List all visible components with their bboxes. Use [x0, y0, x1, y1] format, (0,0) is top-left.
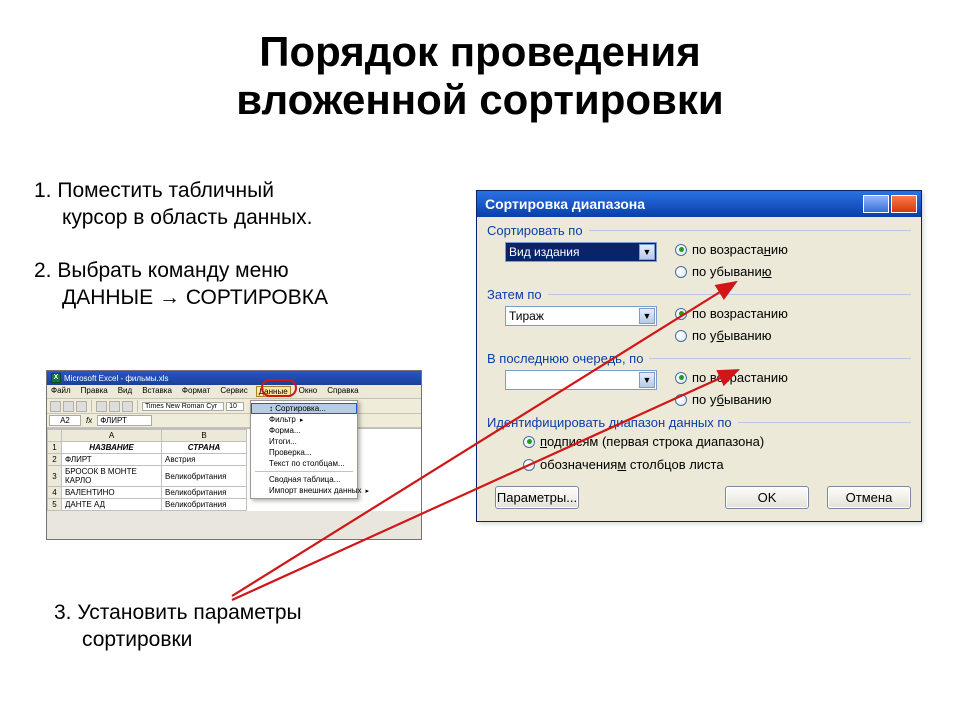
last-by-combo[interactable]: ▼	[505, 370, 657, 390]
excel-toolbar[interactable]: Times New Roman Cyr 10	[47, 399, 421, 414]
excel-menubar[interactable]: Файл Правка Вид Вставка Формат Сервис Да…	[47, 385, 421, 399]
sort-dialog: Сортировка диапазона Сортировать по Вид …	[476, 190, 922, 522]
step-3: 3. Установить параметры сортировки	[54, 600, 302, 654]
ok-button[interactable]: OK	[725, 486, 809, 509]
page-title: Порядок проведения вложенной сортировки	[0, 0, 960, 129]
sort2-asc[interactable]: по возрастанию	[675, 306, 788, 321]
params-button[interactable]: Параметры...	[495, 486, 579, 509]
chevron-down-icon[interactable]: ▼	[639, 372, 655, 388]
sort1-desc[interactable]: по убыванию	[675, 264, 788, 279]
sort2-desc[interactable]: по убыванию	[675, 328, 788, 343]
cancel-button[interactable]: Отмена	[827, 486, 911, 509]
sort1-asc[interactable]: по возрастанию	[675, 242, 788, 257]
step-2: 2. Выбрать команду меню ДАННЫЕ → СОРТИРО…	[34, 258, 434, 312]
step-1: 1. Поместить табличный курсор в область …	[34, 178, 434, 232]
help-button[interactable]	[863, 195, 889, 213]
then-by-combo[interactable]: Тираж▼	[505, 306, 657, 326]
sort-by-combo[interactable]: Вид издания▼	[505, 242, 657, 262]
excel-grid[interactable]: AB 1НАЗВАНИЕСТРАНА 2ФЛИРТАвстрия 3БРОСОК…	[47, 428, 421, 511]
ident-columns[interactable]: обозначениям столбцов листа	[523, 457, 911, 472]
sort3-desc[interactable]: по убыванию	[675, 392, 788, 407]
menu-data[interactable]: Данные	[256, 386, 291, 397]
excel-app-icon: X	[51, 373, 61, 383]
close-button[interactable]	[891, 195, 917, 213]
menu-sort[interactable]: ↕ Сортировка...	[251, 403, 357, 414]
excel-titlebar: X Microsoft Excel - фильмы.xls	[47, 371, 421, 385]
excel-screenshot: X Microsoft Excel - фильмы.xls Файл Прав…	[46, 370, 422, 540]
dialog-titlebar[interactable]: Сортировка диапазона	[477, 191, 921, 217]
chevron-down-icon[interactable]: ▼	[639, 308, 655, 324]
sort3-asc[interactable]: по возрастанию	[675, 370, 788, 385]
data-menu-dropdown[interactable]: ↕ Сортировка... Фильтр▸ Форма... Итоги..…	[250, 400, 358, 499]
ident-headers[interactable]: подписям (первая строка диапазона)	[523, 434, 911, 449]
excel-formula-bar[interactable]: A2 fx ФЛИРТ	[47, 414, 421, 428]
chevron-down-icon[interactable]: ▼	[639, 244, 655, 260]
